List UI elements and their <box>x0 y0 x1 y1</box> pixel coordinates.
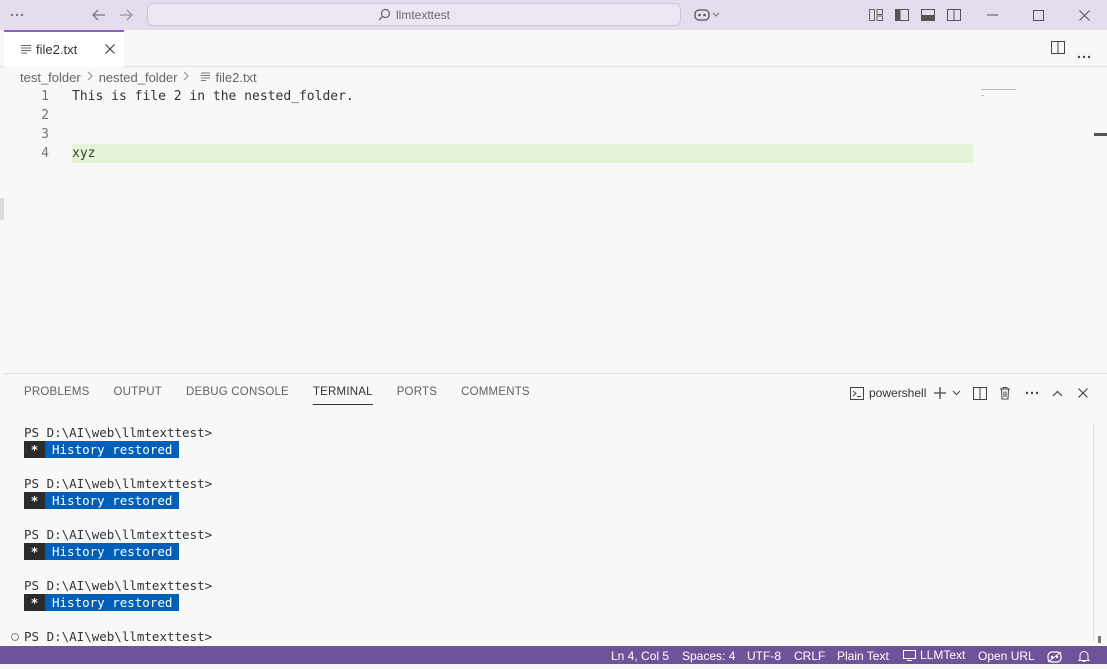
indentation[interactable]: Spaces: 4 <box>682 646 735 664</box>
maximize-icon[interactable] <box>1030 0 1046 30</box>
badge-star: * <box>24 441 45 458</box>
maximize-panel-icon[interactable] <box>1052 383 1063 403</box>
language-mode[interactable]: Plain Text <box>837 646 889 664</box>
terminal-scrollbar[interactable] <box>1093 424 1103 642</box>
editor-area[interactable]: 1 This is file 2 in the nested_folder. 2… <box>4 87 1107 373</box>
badge-star: * <box>24 543 45 560</box>
badge-star: * <box>24 492 45 509</box>
editor-tab-bar: file2.txt <box>0 30 1107 67</box>
terminal-output[interactable]: PS D:\AI\web\llmtexttest> * History rest… <box>24 424 212 645</box>
history-restored-badge: * History restored <box>24 441 180 458</box>
tab-output[interactable]: OUTPUT <box>114 385 162 405</box>
terminal-prompt: PS D:\AI\web\llmtexttest> <box>24 578 213 593</box>
more-actions-icon[interactable] <box>1077 47 1091 62</box>
toggle-secondary-sidebar-icon[interactable] <box>946 0 962 30</box>
bottom-panel: PROBLEMS OUTPUT DEBUG CONSOLE TERMINAL P… <box>4 373 1107 646</box>
terminal-block: PS D:\AI\web\llmtexttest> * History rest… <box>24 577 212 628</box>
editor-line[interactable]: 2 <box>4 106 974 125</box>
llmtext-item[interactable]: LLMText <box>903 646 965 664</box>
close-panel-icon[interactable] <box>1078 383 1088 403</box>
notifications-bell-icon[interactable] <box>1077 649 1091 662</box>
title-bar: llmtexttest <box>0 0 1107 30</box>
remote-window-icon <box>903 649 916 661</box>
breadcrumb-item-test-folder[interactable]: test_folder <box>20 70 81 85</box>
close-window-icon[interactable] <box>1076 0 1092 30</box>
search-text: llmtexttest <box>395 7 450 22</box>
encoding[interactable]: UTF-8 <box>747 646 781 664</box>
minimize-icon[interactable] <box>984 0 1000 30</box>
badge-text: History restored <box>45 543 180 560</box>
editor-scrollbar-marker[interactable] <box>1094 133 1107 136</box>
editor-line-active[interactable]: 4 xyz <box>4 144 974 163</box>
line-number: 1 <box>41 89 49 104</box>
command-center-search[interactable]: llmtexttest <box>147 3 681 26</box>
breadcrumb: test_folder nested_folder file2.txt <box>20 69 257 85</box>
line-number: 3 <box>41 127 49 142</box>
breadcrumb-item-file2[interactable]: file2.txt <box>215 70 256 85</box>
new-terminal-icon[interactable] <box>933 383 947 403</box>
terminal-name: powershell <box>869 386 927 400</box>
chevron-right-icon <box>183 71 190 84</box>
tab-ports[interactable]: PORTS <box>397 385 437 405</box>
command-decoration-icon[interactable] <box>11 633 19 641</box>
open-url[interactable]: Open URL <box>978 646 1035 664</box>
tab-terminal[interactable]: TERMINAL <box>312 385 373 405</box>
terminal-prompt: PS D:\AI\web\llmtexttest> <box>24 476 213 491</box>
badge-star: * <box>24 594 45 611</box>
terminal-icon <box>850 386 864 400</box>
line-number: 2 <box>41 108 49 123</box>
chevron-right-icon <box>87 71 93 84</box>
back-arrow-icon[interactable] <box>90 0 108 30</box>
badge-text: History restored <box>45 594 180 611</box>
more-actions-icon[interactable] <box>1025 383 1039 403</box>
panel-tabs: PROBLEMS OUTPUT DEBUG CONSOLE TERMINAL P… <box>24 385 554 405</box>
breadcrumb-item-nested-folder[interactable]: nested_folder <box>99 70 178 85</box>
copilot-status-icon[interactable] <box>1047 649 1062 663</box>
tab-problems[interactable]: PROBLEMS <box>24 385 90 405</box>
close-tab-icon[interactable] <box>105 41 115 57</box>
editor-line[interactable]: 1 This is file 2 in the nested_folder. <box>4 87 974 106</box>
split-editor-icon[interactable] <box>1051 41 1065 57</box>
terminal-current-prompt: PS D:\AI\web\llmtexttest> <box>24 629 213 644</box>
more-menu-icon[interactable] <box>8 0 26 30</box>
tab-file2[interactable]: file2.txt <box>4 30 124 67</box>
badge-text: History restored <box>45 441 180 458</box>
tab-debug-console[interactable]: DEBUG CONSOLE <box>186 385 289 405</box>
terminal-scroll-thumb[interactable] <box>1098 636 1101 643</box>
line-text: This is file 2 in the nested_folder. <box>72 89 354 104</box>
terminal-prompt: PS D:\AI\web\llmtexttest> <box>24 425 213 440</box>
history-restored-badge: * History restored <box>24 594 180 611</box>
tab-comments[interactable]: COMMENTS <box>461 385 530 405</box>
llmtext-label: LLMText <box>920 648 966 662</box>
trash-icon[interactable] <box>999 383 1011 403</box>
text-file-icon <box>21 45 31 54</box>
terminal-block: PS D:\AI\web\llmtexttest> * History rest… <box>24 424 212 475</box>
text-file-icon <box>201 70 211 85</box>
minimap[interactable] <box>981 88 1021 98</box>
end-of-line[interactable]: CRLF <box>794 646 825 664</box>
cursor-position[interactable]: Ln 4, Col 5 <box>611 646 669 664</box>
toggle-panel-icon[interactable] <box>920 0 936 30</box>
terminal-block: PS D:\AI\web\llmtexttest> * History rest… <box>24 475 212 526</box>
history-restored-badge: * History restored <box>24 492 180 509</box>
terminal-block: PS D:\AI\web\llmtexttest> * History rest… <box>24 526 212 577</box>
status-bar: Ln 4, Col 5 Spaces: 4 UTF-8 CRLF Plain T… <box>0 646 1107 664</box>
split-terminal-icon[interactable] <box>973 383 987 403</box>
line-text: xyz <box>72 146 96 161</box>
history-restored-badge: * History restored <box>24 543 180 560</box>
terminal-selector[interactable]: powershell <box>850 383 926 403</box>
search-icon <box>378 8 391 21</box>
toggle-primary-sidebar-icon[interactable] <box>894 0 910 30</box>
badge-text: History restored <box>45 492 180 509</box>
line-number: 4 <box>41 146 49 161</box>
terminal-prompt: PS D:\AI\web\llmtexttest> <box>24 527 213 542</box>
editor-line[interactable]: 3 <box>4 125 974 144</box>
forward-arrow-icon[interactable] <box>117 0 135 30</box>
chevron-down-icon[interactable] <box>952 383 961 403</box>
copilot-icon[interactable] <box>692 0 722 30</box>
customize-layout-icon[interactable] <box>868 0 884 30</box>
tab-label: file2.txt <box>36 42 78 57</box>
